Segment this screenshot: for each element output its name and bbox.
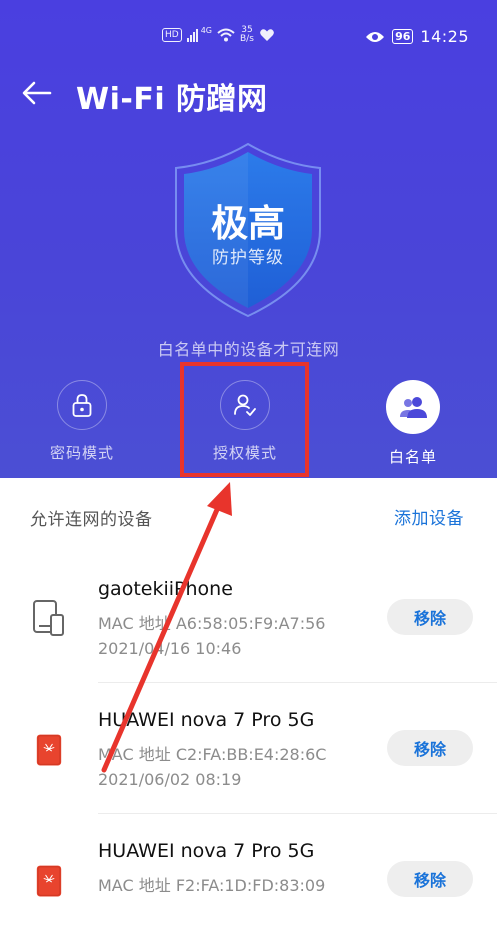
mode-authorization-circle[interactable] — [220, 380, 270, 430]
huawei-phone-icon — [36, 865, 62, 897]
devices-section-title: 允许连网的设备 — [30, 510, 153, 530]
page-title: Wi-Fi 防蹭网 — [76, 82, 268, 117]
mode-whitelist-label: 白名单 — [388, 448, 437, 466]
mode-password[interactable]: 密码模式 — [27, 380, 137, 463]
device-list: gaotekiiPhone MAC 地址 A6:58:05:F9:A7:56 2… — [0, 552, 497, 945]
device-date: 2021/04/16 10:46 — [98, 639, 242, 658]
mode-whitelist-circle[interactable] — [386, 380, 440, 434]
device-name: gaotekiiPhone — [98, 578, 233, 600]
eye-icon — [366, 31, 385, 42]
mode-whitelist[interactable]: 白名单 — [358, 380, 468, 467]
device-name: HUAWEI nova 7 Pro 5G — [98, 840, 315, 862]
hd-badge: HD — [162, 28, 182, 42]
device-name: HUAWEI nova 7 Pro 5G — [98, 709, 315, 731]
protection-level: 极高 — [211, 202, 285, 245]
mode-password-label: 密码模式 — [49, 444, 114, 462]
device-date: 2021/06/02 08:19 — [98, 770, 242, 789]
user-check-icon — [234, 394, 256, 416]
status-bar: HD 4G 35 B/s 96 14:25 — [0, 22, 497, 54]
device-mac: MAC 地址 C2:FA:BB:E4:28:6C — [98, 745, 327, 764]
lock-icon — [72, 394, 92, 417]
mode-description: 白名单中的设备才可连网 — [157, 340, 340, 359]
network-type: 4G — [200, 26, 212, 35]
add-device-button[interactable]: 添加设备 — [394, 504, 464, 529]
device-row: HUAWEI nova 7 Pro 5G MAC 地址 C2:FA:BB:E4:… — [0, 683, 497, 814]
clock: 14:25 — [420, 27, 469, 46]
remove-button[interactable]: 移除 — [387, 599, 473, 635]
status-right: 96 14:25 — [365, 27, 469, 46]
tablet-phone-icon — [33, 600, 64, 636]
wifi-icon — [217, 28, 235, 42]
protection-label: 防护等级 — [212, 248, 284, 268]
back-arrow-icon[interactable] — [20, 78, 54, 108]
status-left: HD 4G 35 B/s — [162, 26, 275, 44]
heart-icon — [260, 29, 274, 41]
network-speed: 35 B/s — [240, 26, 254, 44]
huawei-phone-icon — [36, 734, 62, 766]
mode-authorization[interactable]: 授权模式 — [190, 380, 300, 463]
remove-button[interactable]: 移除 — [387, 730, 473, 766]
device-mac: MAC 地址 A6:58:05:F9:A7:56 — [98, 614, 326, 633]
remove-button[interactable]: 移除 — [387, 861, 473, 897]
users-icon — [400, 397, 427, 418]
speed-unit: B/s — [240, 34, 254, 44]
battery-indicator: 96 — [392, 29, 414, 44]
device-row: gaotekiiPhone MAC 地址 A6:58:05:F9:A7:56 2… — [0, 552, 497, 683]
signal-icon — [186, 28, 198, 42]
header-panel: HD 4G 35 B/s 96 14:25 Wi-Fi 防蹭网 极高 防护等级 … — [0, 0, 497, 478]
mode-password-circle[interactable] — [57, 380, 107, 430]
mode-authorization-label: 授权模式 — [212, 444, 277, 462]
device-row: HUAWEI nova 7 Pro 5G MAC 地址 F2:FA:1D:FD:… — [0, 814, 497, 945]
device-mac: MAC 地址 F2:FA:1D:FD:83:09 — [98, 876, 326, 895]
